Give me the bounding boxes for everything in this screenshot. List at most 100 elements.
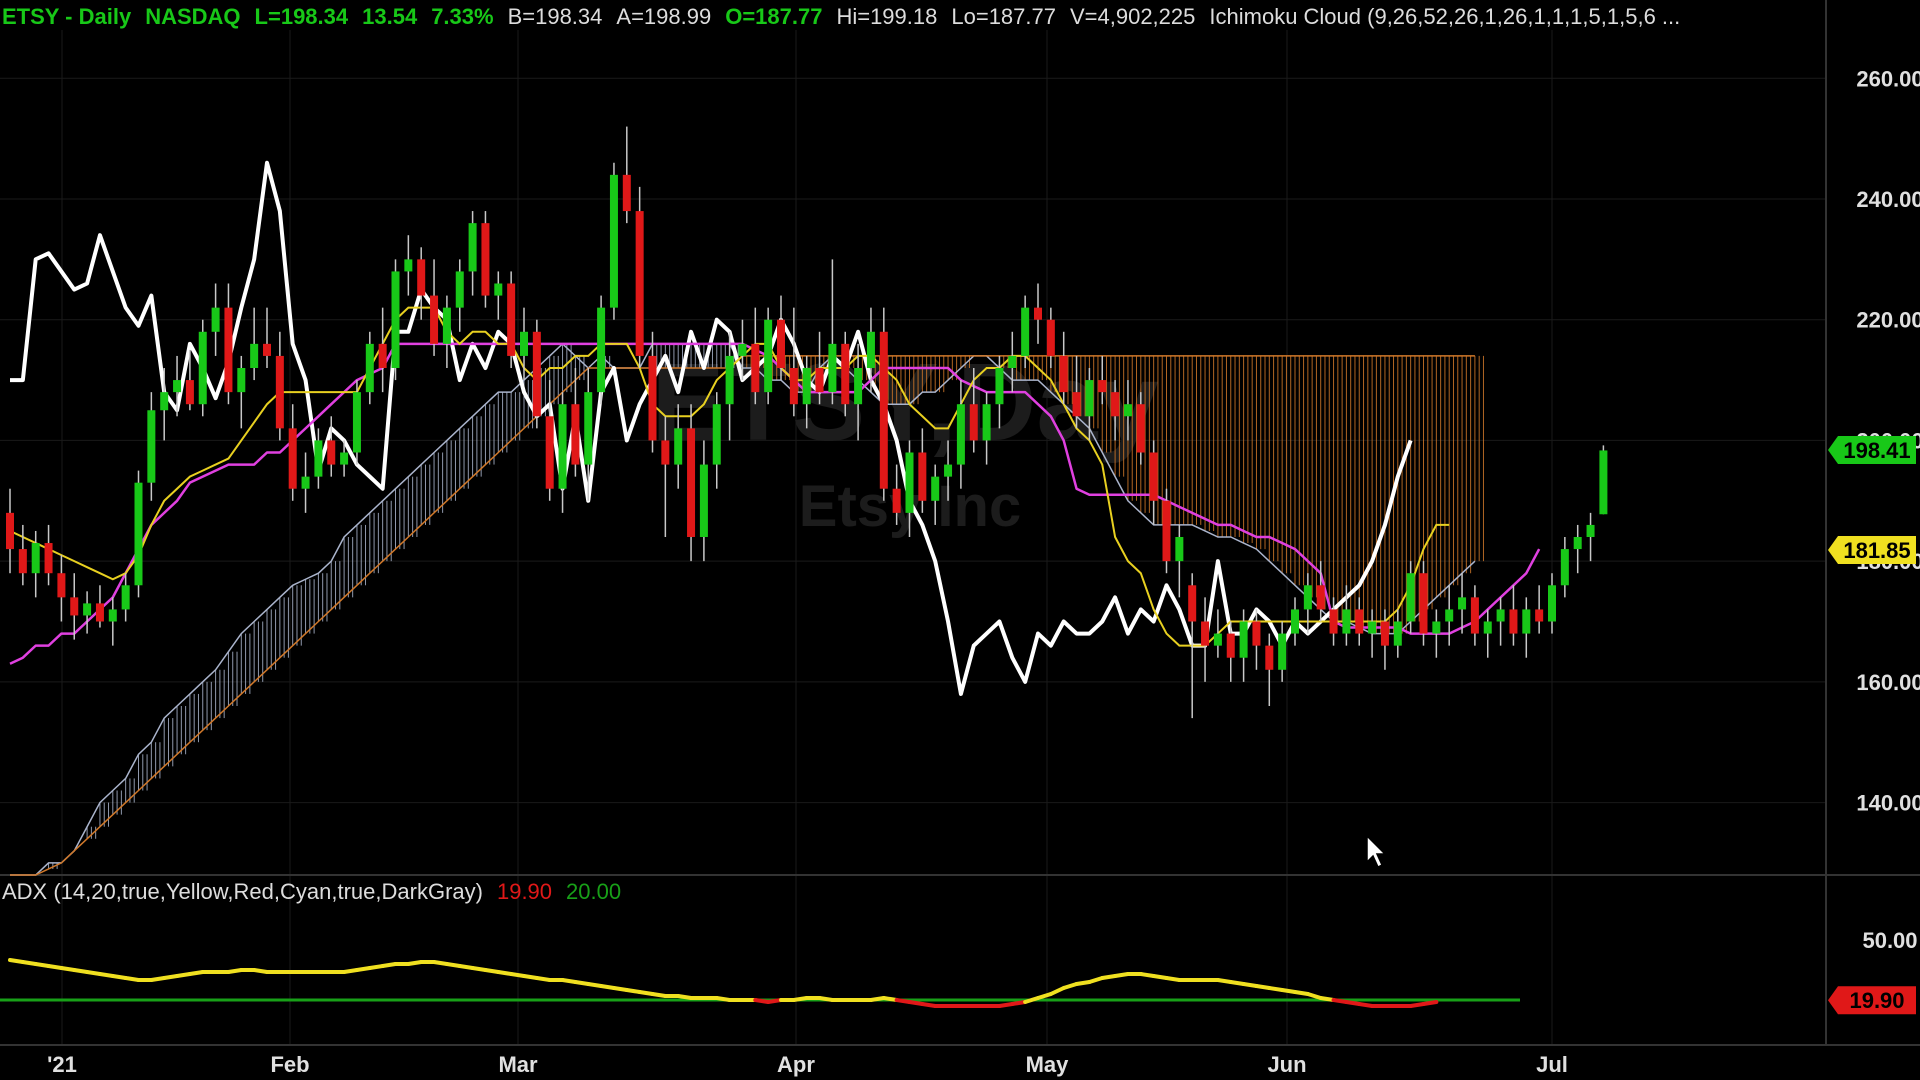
- candle-body: [905, 452, 914, 513]
- candle-body: [173, 380, 182, 393]
- mouse-cursor-icon: [1366, 834, 1387, 869]
- candle-body: [661, 440, 670, 465]
- candle-body: [520, 331, 528, 356]
- candle-body: [365, 343, 374, 393]
- candle-body: [674, 428, 683, 465]
- candle-body: [532, 331, 541, 417]
- candle-body: [1535, 609, 1544, 622]
- adx-line-segment: [1305, 992, 1323, 1000]
- candle-body: [699, 464, 708, 537]
- header-volume: V=4,902,225: [1069, 4, 1196, 29]
- header-change: 13.54: [362, 4, 418, 29]
- candle-body: [1291, 609, 1299, 634]
- price-tick-label: 160.00: [1856, 670, 1920, 695]
- candle-body: [1085, 380, 1094, 417]
- candle-body: [1522, 609, 1531, 634]
- candle-body: [263, 343, 271, 356]
- candle-body: [558, 404, 567, 489]
- candle-body: [597, 307, 606, 393]
- candle-body: [211, 307, 220, 332]
- candle-body: [1111, 392, 1120, 417]
- candle-body: [442, 307, 451, 344]
- candle-body: [391, 271, 400, 368]
- candle-body: [250, 343, 259, 368]
- candle-body: [327, 440, 336, 465]
- candle-body: [1188, 585, 1197, 622]
- time-axis: '21 Feb Mar Apr May Jun Jul: [47, 1052, 1568, 1077]
- candle-body: [378, 343, 387, 368]
- candle-body: [841, 343, 850, 405]
- price-axis: 140.00160.00180.00200.00220.00240.00260.…: [1828, 66, 1920, 1015]
- candle-body: [507, 283, 516, 356]
- candle-body: [1123, 404, 1132, 417]
- candle-body: [789, 368, 798, 405]
- candle-body: [866, 331, 875, 368]
- time-tick-label: May: [1026, 1052, 1070, 1077]
- candle-body: [545, 416, 554, 489]
- candle-body: [95, 603, 104, 622]
- time-tick-label: '21: [47, 1052, 77, 1077]
- header-open: O=187.77: [725, 4, 823, 29]
- candle-body: [1098, 380, 1107, 393]
- adx-badge-label: 19.90: [1849, 988, 1904, 1013]
- chart-canvas[interactable]: ETSY,Day Etsy Inc 140.00160.00180.00200.…: [0, 0, 1920, 1080]
- candle-body: [879, 331, 888, 489]
- adx-line-segment: [1087, 976, 1105, 984]
- candle-body: [1226, 633, 1235, 658]
- candle-body: [1034, 307, 1042, 320]
- candle-body: [1496, 609, 1505, 622]
- candle-body: [1136, 404, 1145, 453]
- candle-body: [494, 283, 503, 296]
- candle-body: [314, 440, 323, 477]
- candle-body: [969, 404, 978, 441]
- header-ask: A=198.99: [616, 4, 712, 29]
- candle-body: [340, 452, 349, 465]
- time-tick-label: Apr: [777, 1052, 815, 1077]
- candle-body: [777, 319, 785, 368]
- candle-body: [1149, 452, 1158, 501]
- candle-body: [1008, 355, 1017, 368]
- adx-study-label: ADX (14,20,true,Yellow,Red,Cyan,true,Dar…: [2, 879, 483, 904]
- candle-body: [1380, 621, 1389, 646]
- candle-body: [995, 368, 1004, 405]
- candle-body: [931, 476, 940, 501]
- candle-body: [430, 295, 439, 344]
- candle-body: [1548, 585, 1556, 622]
- candle-body: [1021, 307, 1030, 356]
- candle-body: [944, 464, 953, 477]
- candle-body: [83, 603, 92, 616]
- candle-body: [1342, 609, 1351, 634]
- candle-body: [1355, 609, 1364, 634]
- price-tick-label: 240.00: [1856, 187, 1920, 212]
- candle-body: [1278, 633, 1287, 670]
- candle-body: [635, 211, 644, 356]
- adx-value: 19.90: [496, 879, 553, 904]
- candle-body: [1509, 609, 1518, 634]
- time-tick-label: Jul: [1536, 1052, 1568, 1077]
- adx-line-segment: [1421, 1000, 1439, 1006]
- candle-body: [1419, 573, 1428, 634]
- candle-body: [1599, 450, 1608, 515]
- candle-body: [70, 597, 79, 616]
- adx-line-segment: [1061, 982, 1079, 990]
- candle-body: [1470, 597, 1479, 634]
- header-bid: B=198.34: [507, 4, 603, 29]
- candle-body: [1406, 573, 1415, 622]
- candle-body: [1573, 537, 1582, 550]
- adx-tick-label: 50.00: [1862, 928, 1917, 953]
- candle-body: [481, 223, 490, 296]
- candle-body: [712, 404, 721, 465]
- price-tick-label: 140.00: [1856, 791, 1920, 816]
- candle-body: [18, 549, 27, 574]
- candle-body: [404, 259, 413, 272]
- candle-body: [609, 174, 618, 308]
- candle-body: [584, 392, 593, 465]
- candle-body: [738, 343, 747, 356]
- candle-body: [725, 355, 734, 405]
- price-tick-label: 220.00: [1856, 308, 1920, 333]
- candle-body: [1201, 621, 1210, 646]
- candle-body: [815, 368, 824, 393]
- candle-body: [751, 343, 760, 393]
- candle-body: [1393, 621, 1402, 646]
- candle-body: [1586, 524, 1595, 537]
